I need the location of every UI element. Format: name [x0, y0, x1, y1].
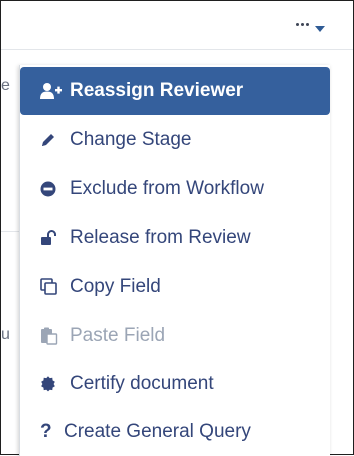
- menu-item-reassign-reviewer[interactable]: Reassign Reviewer: [20, 67, 330, 115]
- screenshot-frame: e u Reassign Reviewer Change Stage Exclu…: [0, 0, 354, 456]
- more-options-icon[interactable]: [296, 23, 309, 26]
- background-divider: [1, 49, 353, 50]
- menu-item-release-from-review[interactable]: Release from Review: [20, 215, 330, 261]
- actions-dropdown-menu: Reassign Reviewer Change Stage Exclude f…: [19, 65, 330, 456]
- paste-icon: [40, 326, 62, 346]
- background-divider: [1, 231, 21, 232]
- menu-item-label: Certify document: [70, 373, 214, 394]
- menu-item-copy-field[interactable]: Copy Field: [20, 264, 330, 310]
- menu-item-label: Reassign Reviewer: [70, 80, 244, 101]
- menu-item-label: Change Stage: [70, 129, 192, 150]
- dropdown-caret-icon[interactable]: [315, 26, 325, 32]
- background-text-fragment: e: [1, 77, 10, 94]
- menu-item-label: Release from Review: [70, 227, 251, 248]
- menu-item-change-stage[interactable]: Change Stage: [20, 117, 330, 163]
- menu-item-label: Copy Field: [70, 276, 161, 297]
- certificate-icon: [40, 374, 62, 394]
- menu-item-paste-field[interactable]: Paste Field: [20, 313, 330, 359]
- background-text-fragment: u: [1, 326, 10, 343]
- user-plus-icon: [40, 81, 62, 101]
- menu-item-create-general-query[interactable]: ? Create General Query: [20, 409, 330, 455]
- menu-item-label: Exclude from Workflow: [70, 178, 264, 199]
- copy-icon: [40, 277, 62, 297]
- menu-item-label: Paste Field: [70, 325, 166, 346]
- minus-circle-icon: [40, 179, 62, 199]
- question-icon: ?: [40, 421, 52, 442]
- menu-item-exclude-from-workflow[interactable]: Exclude from Workflow: [20, 166, 330, 212]
- unlock-icon: [40, 228, 62, 248]
- menu-item-certify-document[interactable]: Certify document: [20, 361, 330, 407]
- menu-item-label: Create General Query: [64, 421, 251, 442]
- pencil-icon: [40, 130, 62, 150]
